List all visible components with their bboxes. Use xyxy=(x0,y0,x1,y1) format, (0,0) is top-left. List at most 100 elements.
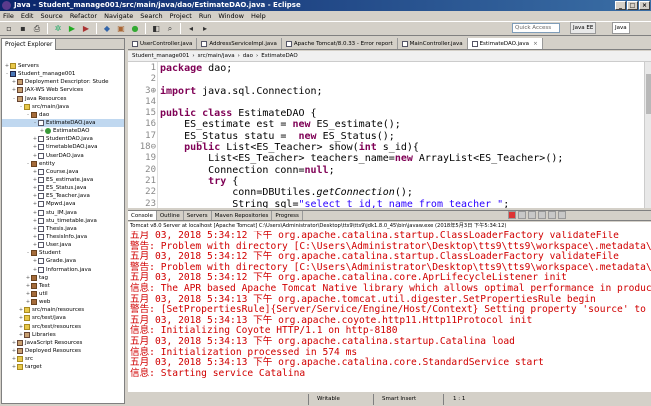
code-editor[interactable]: 1 package dao; 2 3⊕ import java.sql.Connecti… xyxy=(128,62,644,208)
tree-item[interactable]: - EstimateDAO.java xyxy=(2,118,124,128)
menu-file[interactable]: File xyxy=(3,11,14,21)
tree-item[interactable]: + web xyxy=(2,298,124,306)
menu-window[interactable]: Window xyxy=(218,11,244,21)
tree-item[interactable]: + Test xyxy=(2,282,124,290)
menu-search[interactable]: Search xyxy=(140,11,162,21)
maximize-button[interactable]: □ xyxy=(627,1,638,10)
menu-help[interactable]: Help xyxy=(251,11,266,21)
display-console-icon[interactable] xyxy=(558,211,566,219)
editor-tab[interactable]: Apache Tomcat/8.0.33 - Error report xyxy=(282,38,398,49)
clear-console-icon[interactable] xyxy=(528,211,536,219)
menu-navigate[interactable]: Navigate xyxy=(104,11,133,21)
menu-project[interactable]: Project xyxy=(170,11,192,21)
tree-item[interactable]: + JavaScript Resources xyxy=(2,339,124,347)
tab-project-explorer[interactable]: Project Explorer xyxy=(2,39,57,50)
tree-item[interactable]: + src/test/java xyxy=(2,314,124,322)
print-icon[interactable]: ⎙ xyxy=(31,23,43,34)
tree-item-label: Course.java xyxy=(46,168,79,175)
tree-item[interactable]: + Grade.java xyxy=(2,257,124,265)
menu-source[interactable]: Source xyxy=(40,11,62,21)
search-icon[interactable]: ⌕ xyxy=(164,23,176,34)
tree-item[interactable]: - dao xyxy=(2,111,124,119)
tree-item[interactable]: + ES_Teacher.java xyxy=(2,192,124,200)
tree-item-label: Information.java xyxy=(46,266,92,273)
tree-item[interactable]: + timetableDAO.java xyxy=(2,143,124,151)
tree-item[interactable]: + Information.java xyxy=(2,266,124,274)
tree-item[interactable]: + Course.java xyxy=(2,168,124,176)
editor-tab[interactable]: AddressServiceImpl.java xyxy=(197,38,282,49)
close-tab-icon[interactable]: × xyxy=(533,38,538,49)
editor-tab[interactable]: UserController.java xyxy=(128,38,198,49)
pin-console-icon[interactable] xyxy=(548,211,556,219)
save-icon[interactable]: ▪ xyxy=(17,23,29,34)
debug-icon[interactable]: ✲ xyxy=(52,23,64,34)
tree-item[interactable]: + src xyxy=(2,355,124,363)
editor-tab[interactable]: MainController.java xyxy=(398,38,468,49)
open-type-icon[interactable]: ◧ xyxy=(150,23,162,34)
tree-item[interactable]: - Student_manage001 xyxy=(2,70,124,78)
tree-item[interactable]: + Libraries xyxy=(2,331,124,339)
console-output[interactable]: 五月 03, 2018 5:34:12 下午 org.apache.catali… xyxy=(128,231,651,391)
terminate-icon[interactable] xyxy=(508,211,516,219)
minimize-button[interactable]: _ xyxy=(615,1,626,10)
tree-item[interactable]: + Deployed Resources xyxy=(2,347,124,355)
tab-progress[interactable]: Progress xyxy=(272,211,303,220)
tree-item[interactable]: + ES_Status.java xyxy=(2,184,124,192)
code-line: 14 xyxy=(145,97,563,108)
tree-item[interactable]: - Student xyxy=(2,249,124,257)
tree-item[interactable]: - src/main/java xyxy=(2,103,124,111)
tree-item[interactable]: + stu_IM.java xyxy=(2,209,124,217)
menu-run[interactable]: Run xyxy=(199,11,211,21)
breadcrumb-project[interactable]: Student_manage001 xyxy=(132,51,189,61)
tree-item[interactable]: + Thesis.java xyxy=(2,225,124,233)
tree-item[interactable]: + src/test/resources xyxy=(2,323,124,331)
breadcrumb-class[interactable]: EstimateDAO xyxy=(261,51,297,61)
tree-item[interactable]: + Servers xyxy=(2,62,124,70)
tree-item[interactable]: + util xyxy=(2,290,124,298)
scroll-lock-icon[interactable] xyxy=(538,211,546,219)
tree-item[interactable]: + ThesisInfo.java xyxy=(2,233,124,241)
menu-edit[interactable]: Edit xyxy=(21,11,34,21)
close-button[interactable]: × xyxy=(639,1,650,10)
new-class-icon[interactable]: ● xyxy=(129,23,141,34)
tab-maven-repositories[interactable]: Maven Repositories xyxy=(212,211,273,220)
forward-icon[interactable]: ▸ xyxy=(199,23,211,34)
tree-item[interactable]: - Java Resources xyxy=(2,95,124,103)
tree-item[interactable]: + JAX-WS Web Services xyxy=(2,86,124,94)
editor-scrollbar[interactable] xyxy=(644,62,651,208)
tab-console[interactable]: Console xyxy=(128,211,157,220)
perspective-java-button[interactable]: Java xyxy=(612,22,630,34)
menu-refactor[interactable]: Refactor xyxy=(70,11,97,21)
quick-access-input[interactable]: Quick Access xyxy=(512,23,560,33)
tree-item[interactable]: - entity xyxy=(2,160,124,168)
folder-icon xyxy=(24,307,30,314)
tree-item[interactable]: + User.java xyxy=(2,241,124,249)
tab-servers[interactable]: Servers xyxy=(184,211,212,220)
class-icon xyxy=(45,128,51,135)
tree-item[interactable]: + stu_timetable.java xyxy=(2,217,124,225)
tree-item[interactable]: + target xyxy=(2,363,124,371)
perspective-javaee-button[interactable]: Java EE xyxy=(570,22,597,34)
tree-item[interactable]: + tag xyxy=(2,274,124,282)
remove-launch-icon[interactable] xyxy=(518,211,526,219)
editor-tab[interactable]: EstimateDAO.java × xyxy=(467,38,543,49)
breadcrumb-package[interactable]: dao xyxy=(243,51,253,61)
new-icon[interactable]: ▫ xyxy=(3,23,15,34)
external-tools-icon[interactable]: ▶ xyxy=(80,23,92,34)
new-package-icon[interactable]: ▣ xyxy=(115,23,127,34)
tree-item[interactable]: + Deployment Descriptor: Stude xyxy=(2,78,124,86)
tree-item[interactable]: + StudentDAO.java xyxy=(2,135,124,143)
tree-item[interactable]: + src/main/resources xyxy=(2,306,124,314)
tree-item[interactable]: + ES_estimate.java xyxy=(2,176,124,184)
java-icon xyxy=(38,266,44,273)
back-icon[interactable]: ◂ xyxy=(185,23,197,34)
run-icon[interactable]: ▶ xyxy=(66,23,78,34)
tab-outline[interactable]: Outline xyxy=(157,211,184,220)
tree-item[interactable]: + Mpwd.java xyxy=(2,200,124,208)
status-cursor-position: 1 : 1 xyxy=(453,396,466,402)
tree-item[interactable]: + EstimateDAO xyxy=(2,127,124,135)
new-java-project-icon[interactable]: ◆ xyxy=(101,23,113,34)
console-process-label: Tomcat v8.0 Server at localhost [Apache … xyxy=(128,222,651,231)
tree-item[interactable]: + UserDAO.java xyxy=(2,152,124,160)
breadcrumb-source-folder[interactable]: src/main/java xyxy=(198,51,235,61)
